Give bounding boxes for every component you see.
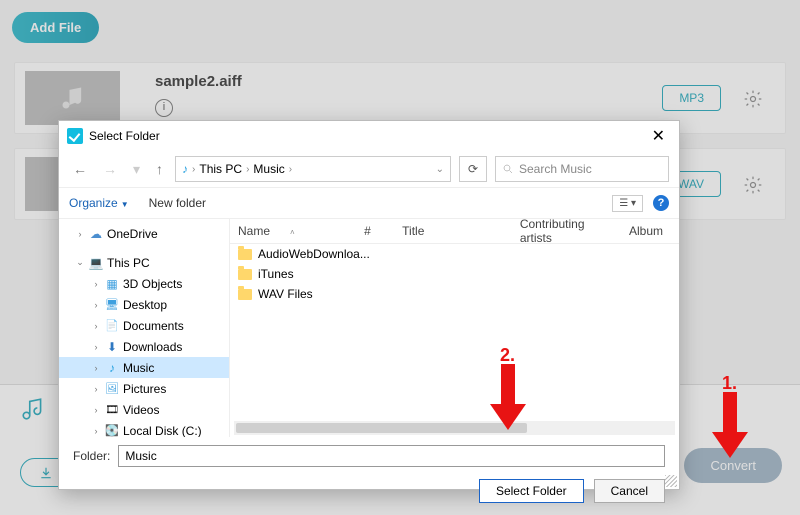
tree-item-thispc[interactable]: ⌄This PC [59,252,229,273]
list-item[interactable]: AudioWebDownloa... [230,244,679,264]
select-folder-dialog: Select Folder ✕ ← → ▾ ↑ ♪ › This PC › Mu… [58,120,680,490]
file-list[interactable]: Name˄ # Title Contributing artists Album… [230,219,679,437]
tree-item-videos[interactable]: ›Videos [59,399,229,420]
nav-recent-icon[interactable]: ▾ [129,159,144,180]
organize-menu[interactable]: Organize▼ [69,196,129,210]
help-icon[interactable]: ? [653,195,669,211]
folder-icon [238,249,252,260]
music-note-icon: ♪ [182,162,188,176]
tree-item-onedrive[interactable]: ›OneDrive [59,223,229,244]
nav-up-icon[interactable]: ↑ [152,159,167,179]
chevron-down-icon[interactable]: ⌄ [436,164,444,175]
new-folder-button[interactable]: New folder [149,196,206,210]
annotation-arrow-2 [490,364,526,434]
annotation-label-2: 2. [500,345,515,366]
nav-forward-icon: → [99,159,121,179]
col-album: Album [629,224,679,238]
folder-tree[interactable]: ›OneDrive ⌄This PC ›3D Objects ›Desktop … [59,219,230,437]
dialog-title: Select Folder [89,129,160,143]
folder-icon [238,289,252,300]
nav-back-icon[interactable]: ← [69,159,91,179]
folder-label: Folder: [73,449,110,463]
refresh-icon[interactable]: ⟳ [459,156,487,182]
column-headers[interactable]: Name˄ # Title Contributing artists Album [230,219,679,244]
cancel-button[interactable]: Cancel [594,479,665,503]
breadcrumb[interactable]: ♪ › This PC › Music › ⌄ [175,156,451,182]
app-logo-icon [67,128,83,144]
horizontal-scrollbar[interactable] [234,421,675,435]
search-placeholder: Search Music [519,162,592,176]
select-folder-button[interactable]: Select Folder [479,479,584,503]
search-input[interactable]: Search Music [495,156,669,182]
list-item[interactable]: iTunes [230,264,679,284]
resize-grip-icon[interactable] [665,475,677,487]
tree-item-pictures[interactable]: ›Pictures [59,378,229,399]
annotation-arrow-1 [712,392,748,462]
tree-item-documents[interactable]: ›Documents [59,315,229,336]
tree-item-desktop[interactable]: ›Desktop [59,294,229,315]
breadcrumb-segment[interactable]: This PC [199,162,242,176]
col-contributing: Contributing artists [520,219,629,245]
tree-item-3dobjects[interactable]: ›3D Objects [59,273,229,294]
tree-item-localdisk[interactable]: ›Local Disk (C:) [59,420,229,437]
tree-item-music[interactable]: ›Music [59,357,229,378]
folder-icon [238,269,252,280]
breadcrumb-segment[interactable]: Music [253,162,284,176]
col-title: Title [402,224,520,238]
view-options-button[interactable]: ☰ ▾ [612,195,643,212]
col-number: # [364,224,402,238]
close-icon[interactable]: ✕ [646,124,671,148]
col-name: Name˄ [238,224,364,238]
folder-name-input[interactable] [118,445,665,467]
tree-item-downloads[interactable]: ›Downloads [59,336,229,357]
search-icon [502,163,514,175]
annotation-label-1: 1. [722,373,737,394]
list-item[interactable]: WAV Files [230,284,679,304]
